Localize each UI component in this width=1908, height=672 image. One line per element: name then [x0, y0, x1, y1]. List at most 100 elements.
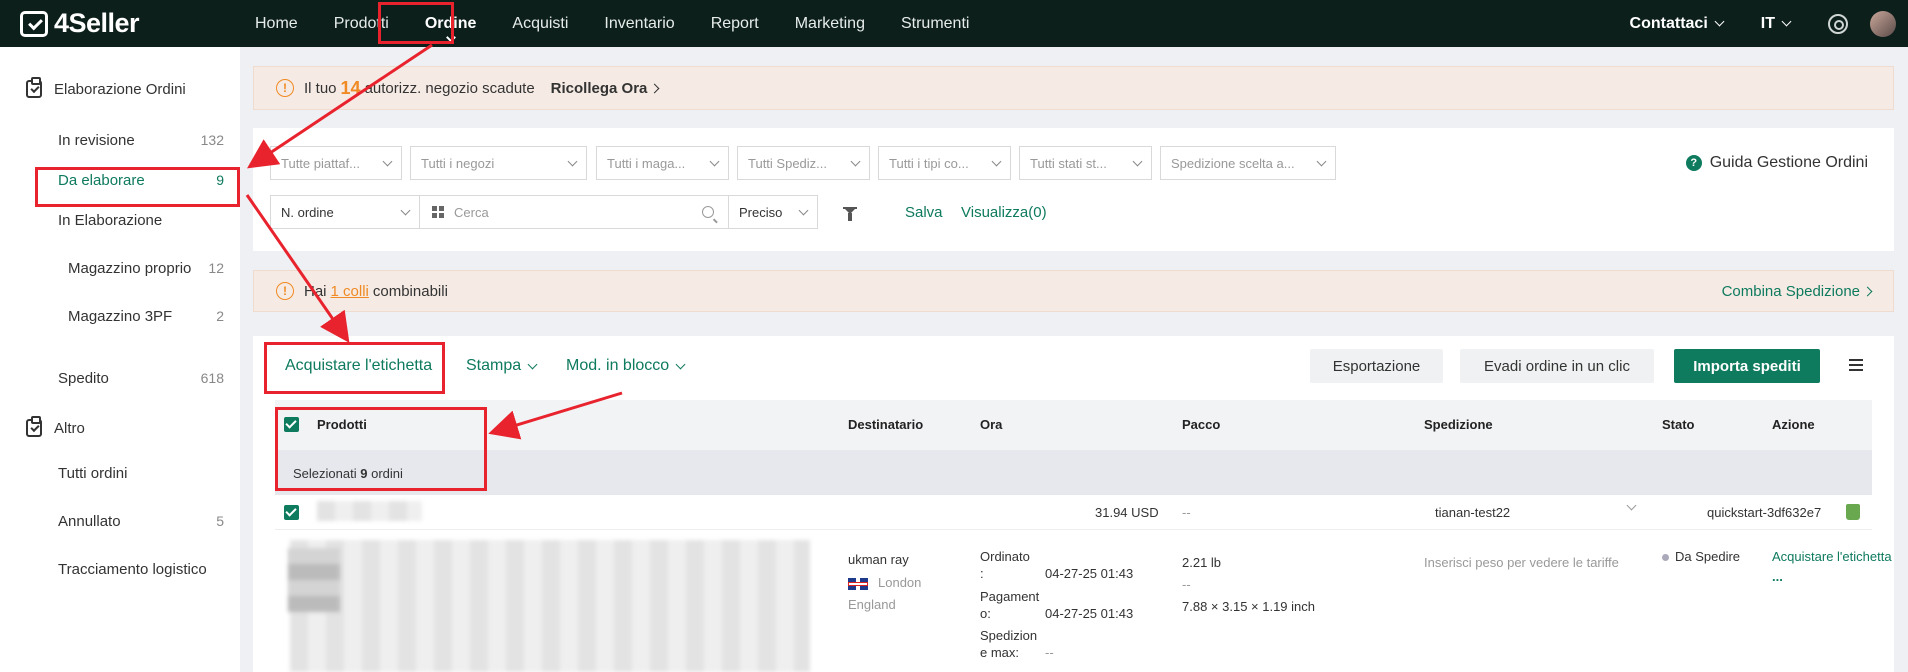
shipping-select[interactable]: Tutti Spediz...	[737, 146, 870, 180]
chevron-down-icon	[382, 156, 393, 166]
ordered-time: 04-27-25 01:43	[1045, 566, 1134, 581]
annotation-box-ordine	[378, 2, 454, 44]
nav-report[interactable]: Report	[698, 0, 772, 47]
guide-label: Guida Gestione Ordini	[1709, 154, 1868, 171]
settings-gear-icon[interactable]	[1828, 13, 1848, 34]
sidebar-item-label: In revisione	[58, 131, 135, 149]
select-value: Tutti i maga...	[607, 155, 686, 171]
sidebar-item-tutti-ordini[interactable]: Tutti ordini	[36, 453, 232, 493]
status-label: Da Spedire	[1675, 549, 1741, 564]
chevron-down-icon	[567, 156, 578, 166]
column-settings-icon[interactable]	[1849, 359, 1863, 371]
one-click-fulfill-button[interactable]: Evadi ordine in un clic	[1460, 349, 1654, 383]
platform-select[interactable]: Tutte piattaf...	[270, 146, 402, 180]
nav-acquisti[interactable]: Acquisti	[499, 0, 581, 47]
sidebar-item-count: 5	[216, 513, 224, 529]
order-checkbox[interactable]	[284, 505, 299, 520]
search-input[interactable]: Cerca	[419, 195, 729, 229]
row-buy-label-link[interactable]: Acquistare l'etichetta	[1772, 549, 1892, 564]
expired-authorization-banner: ! Il tuo 14 autorizz. negozio scadute Ri…	[253, 66, 1894, 110]
header-shipping: Spedizione	[1424, 417, 1493, 432]
sidebar-group-altro[interactable]: Altro	[26, 416, 85, 437]
product-thumbnail[interactable]	[288, 548, 340, 612]
package-weight: 2.21 lb	[1182, 555, 1222, 570]
chevron-down-icon	[400, 205, 411, 215]
chevron-down-icon[interactable]	[1626, 500, 1637, 511]
chevron-down-icon	[1781, 16, 1792, 27]
banner-text-suffix: combinabili	[372, 282, 448, 300]
expired-count: 14	[340, 77, 361, 98]
select-value: Tutti i negozi	[421, 155, 495, 171]
nav-marketing[interactable]: Marketing	[782, 0, 878, 47]
chevron-down-icon	[675, 359, 686, 369]
print-label: Stampa	[466, 357, 522, 374]
select-value: Tutti stati st...	[1030, 155, 1107, 171]
recipient-city-label: London	[878, 575, 922, 590]
package-dimensions: 7.88 × 3.15 × 1.19 inch	[1182, 599, 1315, 614]
brand-name: 4Seller	[54, 8, 140, 38]
sidebar-item-count: 12	[208, 260, 224, 276]
contact-menu[interactable]: Contattaci	[1629, 14, 1725, 33]
contact-label: Contattaci	[1629, 14, 1708, 32]
header-time: Ora	[980, 417, 1003, 432]
sidebar-item-magazzino-3pf[interactable]: Magazzino 3PF 2	[36, 296, 232, 336]
filter-funnel-icon[interactable]	[843, 207, 857, 221]
select-value: N. ordine	[281, 204, 334, 220]
sidebar-item-annullato[interactable]: Annullato 5	[36, 501, 232, 541]
sidebar-item-label: Magazzino proprio	[68, 259, 192, 277]
row-more-actions[interactable]: ...	[1772, 569, 1783, 584]
scan-grid-icon[interactable]	[432, 206, 444, 218]
sidebar-item-in-revisione[interactable]: In revisione 132	[36, 120, 232, 160]
select-value: Spedizione scelta a...	[1171, 155, 1295, 171]
bulk-edit-menu[interactable]: Mod. in blocco	[566, 357, 686, 375]
order-guide-link[interactable]: ? Guida Gestione Ordini	[1685, 154, 1868, 172]
chevron-down-icon	[527, 359, 538, 369]
save-filter-link[interactable]: Salva	[905, 204, 943, 221]
banner-text-suffix: autorizz. negozio scadute	[364, 79, 535, 97]
chevron-down-icon	[991, 156, 1002, 166]
ordered-label-1: Ordinato	[980, 549, 1030, 564]
type-select[interactable]: Tutti i tipi co...	[878, 146, 1011, 180]
sidebar-item-magazzino-proprio[interactable]: Magazzino proprio 12	[36, 248, 232, 288]
banner-text-prefix: Hai	[304, 282, 327, 300]
shipping-choice-select[interactable]: Spedizione scelta a...	[1160, 146, 1336, 180]
nav-home[interactable]: Home	[242, 0, 311, 47]
combinable-parcels-link[interactable]: 1 colli	[331, 283, 369, 300]
sidebar-group-order-processing[interactable]: Elaborazione Ordini	[26, 77, 186, 98]
sidebar-item-tracciamento-logistico[interactable]: Tracciamento logistico	[36, 549, 232, 589]
search-icon[interactable]	[702, 206, 714, 218]
sidebar-item-label: Tutti ordini	[58, 464, 128, 482]
select-value: Tutti Spediz...	[748, 155, 827, 171]
sidebar-item-label: Magazzino 3PF	[68, 307, 173, 325]
nav-strumenti[interactable]: Strumenti	[888, 0, 982, 47]
export-button[interactable]: Esportazione	[1310, 349, 1443, 383]
print-menu[interactable]: Stampa	[466, 357, 538, 375]
brand-logo[interactable]: 4Seller	[20, 8, 220, 39]
shipping-account-select[interactable]: tianan-test22	[1435, 505, 1510, 520]
chevron-down-icon	[709, 156, 720, 166]
recipient-region: England	[848, 597, 896, 612]
blurred-order-id	[317, 501, 422, 521]
sidebar-group-label: Elaborazione Ordini	[54, 80, 186, 98]
warehouse-select[interactable]: Tutti i maga...	[596, 146, 729, 180]
header-status: Stato	[1662, 417, 1695, 432]
reconnect-link[interactable]: Ricollega Ora	[551, 80, 660, 97]
view-filters-link[interactable]: Visualizza(0)	[961, 204, 1047, 221]
status-dot-icon	[1662, 554, 1669, 562]
import-shipped-button[interactable]: Importa spediti	[1674, 349, 1820, 383]
filter-panel: Tutte piattaf... Tutti i negozi Tutti i …	[253, 128, 1894, 251]
language-menu[interactable]: IT	[1761, 15, 1792, 33]
user-avatar[interactable]	[1870, 10, 1896, 37]
search-type-select[interactable]: N. ordine	[270, 195, 420, 229]
sidebar-item-spedito[interactable]: Spedito 618	[36, 358, 232, 398]
combine-shipping-link[interactable]: Combina Spedizione	[1722, 283, 1873, 300]
match-mode-select[interactable]: Preciso	[728, 195, 818, 229]
ordered-label-2: :	[980, 566, 984, 581]
shop-select[interactable]: Tutti i negozi	[410, 146, 587, 180]
nav-inventario[interactable]: Inventario	[591, 0, 687, 47]
status-select[interactable]: Tutti stati st...	[1019, 146, 1152, 180]
table-header: Prodotti Destinatario Ora Pacco Spedizio…	[275, 400, 1872, 450]
search-placeholder: Cerca	[454, 204, 489, 220]
blurred-product-info	[290, 540, 810, 672]
warning-icon: !	[276, 79, 294, 97]
